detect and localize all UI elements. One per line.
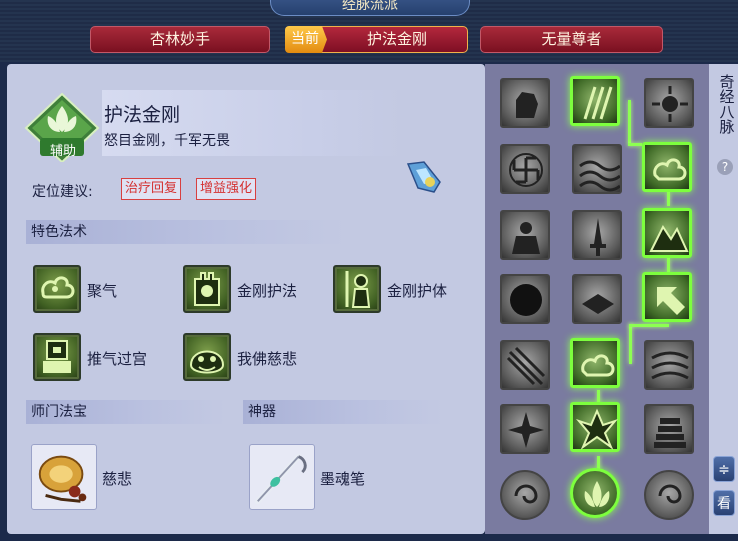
cloud-swirl-icon[interactable] <box>642 142 692 192</box>
lotus-role-icon: 辅助 <box>24 92 100 164</box>
tree-connector <box>628 100 631 144</box>
book-icon[interactable] <box>572 274 622 324</box>
treasure-name: 慈悲 <box>102 470 133 488</box>
artifact-name: 墨魂笔 <box>320 470 366 488</box>
skill-label: 金刚护体 <box>387 282 448 300</box>
dark-orb-icon[interactable] <box>500 274 550 324</box>
fist-icon[interactable] <box>500 78 550 128</box>
spears-icon[interactable] <box>500 340 550 390</box>
waves-icon[interactable] <box>572 144 622 194</box>
tab-label: 杏林妙手 <box>149 30 210 48</box>
seal-icon[interactable] <box>33 333 81 381</box>
mountain-icon[interactable] <box>642 208 692 258</box>
monk-icon[interactable] <box>500 210 550 260</box>
position-tag-healing: 治疗回复 <box>121 178 182 200</box>
tree-connector <box>628 143 642 146</box>
swastika-icon[interactable] <box>500 144 550 194</box>
artifact-heading: 神器 <box>243 400 443 424</box>
tree-connector <box>629 324 669 327</box>
sunburst-icon[interactable] <box>644 78 694 128</box>
current-badge: 当前 <box>285 26 327 53</box>
help-icon[interactable]: ? <box>717 159 733 175</box>
arrow-up-left-icon[interactable] <box>642 272 692 322</box>
window-title: 经脉流派 <box>270 0 470 16</box>
side-label[interactable]: 奇经八脉 <box>716 74 736 139</box>
skill-label: 我佛慈悲 <box>237 350 298 368</box>
tab-label: 护法金刚 <box>366 30 427 48</box>
tab-hufa[interactable]: 当前 护法金刚 <box>285 26 468 53</box>
skill-label: 金刚护法 <box>237 282 298 300</box>
claw-slash-icon[interactable] <box>570 76 620 126</box>
spiral-disc-icon[interactable] <box>644 470 694 520</box>
buddha-face-icon[interactable] <box>183 333 231 381</box>
flame-burst-icon[interactable] <box>570 402 620 452</box>
cloud-swirl-icon[interactable] <box>33 265 81 313</box>
position-label: 定位建议: <box>32 184 93 200</box>
tab-label: 无量尊者 <box>541 30 602 48</box>
tree-connector <box>667 258 670 272</box>
dagger-icon[interactable] <box>572 210 622 260</box>
skill-label: 推气过宫 <box>87 350 148 368</box>
tower-icon[interactable] <box>183 265 231 313</box>
position-tag-buff: 增益强化 <box>196 178 257 200</box>
lotus-disc-icon[interactable] <box>570 468 620 518</box>
view-button[interactable]: 看 <box>713 490 735 516</box>
wind-streaks-icon[interactable] <box>644 340 694 390</box>
stupa-icon[interactable] <box>644 404 694 454</box>
side-label-text: 奇经八脉 <box>717 74 736 134</box>
tree-connector <box>629 324 632 364</box>
special-skills-heading: 特色法术 <box>26 220 346 244</box>
tree-connector <box>667 192 670 206</box>
skill-label: 聚气 <box>87 282 118 300</box>
prayer-beads-icon[interactable] <box>31 444 97 510</box>
treasure-heading: 师门法宝 <box>26 400 226 424</box>
gem-icon <box>404 160 444 194</box>
brush-icon[interactable] <box>249 444 315 510</box>
tab-wuliang[interactable]: 无量尊者 <box>480 26 663 53</box>
school-motto: 怒目金刚，千军无畏 <box>104 133 230 149</box>
tab-xinglin[interactable]: 杏林妙手 <box>90 26 270 53</box>
burst-icon[interactable] <box>500 404 550 454</box>
school-name: 护法金刚 <box>104 104 181 126</box>
cloud-swirl-icon[interactable] <box>570 338 620 388</box>
swap-button[interactable]: ≑ <box>713 456 735 482</box>
spiral-disc-icon[interactable] <box>500 470 550 520</box>
guardian-icon[interactable] <box>333 265 381 313</box>
role-badge: 辅助 <box>49 144 76 159</box>
